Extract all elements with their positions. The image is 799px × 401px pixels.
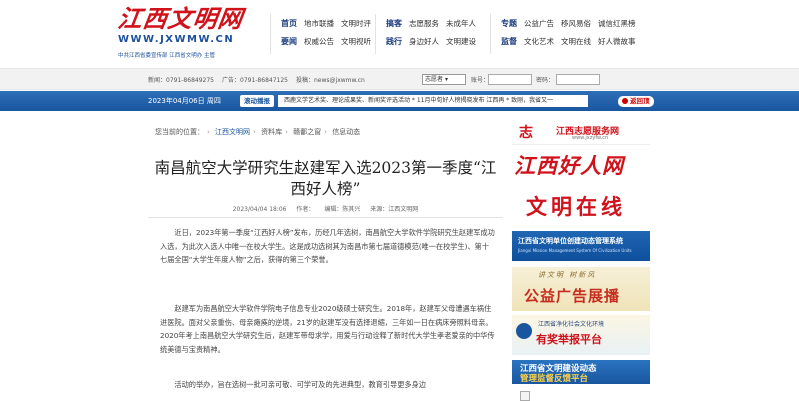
supervision-platform-banner[interactable]: 江西省文明建设动态 管理监督反馈平台 [512, 360, 650, 384]
nav-item[interactable]: 文化艺术 [524, 36, 554, 47]
banner-subtitle: 江西省净化社会文化环境 [538, 321, 605, 328]
account-input[interactable] [488, 74, 532, 85]
volunteer-emblem-icon: 志 [519, 125, 533, 141]
nav-row: 践行 身边好人 文明建设 [386, 32, 483, 50]
nav-row: 要闻 权威公告 文明视听 [281, 32, 378, 50]
nav-group-3: 专题 公益广告 移风易俗 诚信红黑榜 监督 文化艺术 文明在线 好人微故事 [490, 14, 643, 54]
banner-subtitle: Jiangxi Mission Management System Of Civ… [518, 248, 632, 253]
article-date: 2023/04/04 18:06 [232, 206, 287, 213]
article-title: 南昌航空大学研究生赵建军入选2023第一季度“江西好人榜” [154, 159, 497, 198]
banner-slogan: 讲文明 树新风 [538, 271, 597, 279]
logo-text: 江西文明网 [116, 4, 246, 33]
divider [148, 217, 503, 218]
banner-url: www.jxzyfw.cn [572, 135, 609, 141]
banner-title: 有奖举报平台 [536, 333, 602, 346]
civilization-unit-system-banner[interactable]: 江西省文明单位创建动态管理系统 Jiangxi Mission Manageme… [512, 231, 650, 261]
article: 南昌航空大学研究生赵建军入选2023第一季度“江西好人榜” 2023/04/04… [148, 140, 503, 401]
chevron-down-icon: ▾ [444, 76, 448, 83]
logo-url: WWW.JXWMW.CN [118, 34, 235, 45]
password-input[interactable] [556, 74, 600, 85]
banner-title: 江西好人网 [514, 153, 624, 178]
nav-item[interactable]: 诚信红黑榜 [598, 18, 636, 29]
nav-row: 专题 公益广告 移风易俗 诚信红黑榜 [501, 14, 643, 32]
home-icon [622, 98, 628, 104]
good-people-banner[interactable]: 江西好人网 [512, 148, 650, 178]
nav-key-blog[interactable]: 搞客 [386, 18, 402, 29]
nav-key-home[interactable]: 首页 [281, 18, 297, 29]
logo-subtitle: 中共江西省委宣传部 江西省文明办 主管 [118, 53, 215, 59]
ticker-label: 滚动播报 [240, 95, 274, 107]
breadcrumb-prefix: 您当前的位置： [155, 128, 204, 136]
nav-row: 首页 地市联播 文明时评 [281, 14, 378, 32]
article-editor: 编辑：陈其兴 [324, 206, 361, 213]
password-label: 密码： [536, 77, 555, 84]
banner-title: 公益广告展播 [524, 287, 621, 305]
civilization-online-banner[interactable]: 文明在线 [512, 183, 650, 227]
return-top-label: 返回顶 [630, 97, 650, 105]
article-paragraph: 近日，2023年第一季度“江西好人榜”发布，历经几年选树，南昌航空大学软件学院研… [160, 228, 495, 264]
nav-item[interactable]: 文明在线 [561, 36, 591, 47]
nav-item[interactable]: 文明视听 [341, 36, 371, 47]
volunteer-service-banner[interactable]: 志 江西志愿服务网 www.jxzyfw.cn [512, 121, 650, 145]
nav-item[interactable]: 文明时评 [341, 18, 371, 29]
sidebar-ads: 志 江西志愿服务网 www.jxzyfw.cn 江西好人网 文明在线 江西省文明… [512, 121, 650, 401]
article-author: 作者： [296, 206, 315, 213]
nav-item[interactable]: 地市联播 [304, 18, 334, 29]
breadcrumb-item[interactable]: 信息动态 [332, 128, 360, 136]
emblem-icon [516, 323, 532, 339]
nav-item[interactable]: 移风易俗 [561, 18, 591, 29]
role-select[interactable]: 志愿者 ▾ [422, 74, 466, 85]
image-banner[interactable] [512, 387, 650, 401]
banner-subtitle: 管理监督反馈平台 [520, 374, 589, 384]
breadcrumb-item[interactable]: 资料库 [261, 128, 282, 136]
report-platform-banner[interactable]: 江西省净化社会文化环境 有奖举报平台 [512, 315, 650, 355]
nav-item[interactable]: 志愿服务 [409, 18, 439, 29]
contact-bar: 新闻：0791-86849275 广告：0791-86847125 投稿：new… [0, 68, 799, 90]
nav-item[interactable]: 权威公告 [304, 36, 334, 47]
article-paragraph: 活动的举办，旨在选树一批可亲可敬、可学可及的先进典型，教育引导更多身边 [174, 380, 426, 389]
nav-key-news[interactable]: 要闻 [281, 36, 297, 47]
submit-email[interactable]: 投稿：news@jxwmw.cn [296, 75, 365, 84]
public-service-ad-banner[interactable]: 讲文明 树新风 公益广告展播 [512, 267, 650, 311]
news-ticker[interactable]: 西鹿文学艺术奖、理论成果奖、新闻奖评选活动 * 11月中旬好人榜揭晓发布 江西再… [278, 95, 588, 107]
nav-item[interactable]: 身边好人 [409, 36, 439, 47]
nav-item[interactable]: 公益广告 [524, 18, 554, 29]
nav-row: 监督 文化艺术 文明在线 好人微故事 [501, 32, 643, 50]
nav-group-1: 首页 地市联播 文明时评 要闻 权威公告 文明视听 [270, 14, 378, 54]
current-date: 2023年04月06日 周四 [148, 97, 221, 105]
nav-key-practice[interactable]: 践行 [386, 36, 402, 47]
nav-key-topic[interactable]: 专题 [501, 18, 517, 29]
nav-group-2: 搞客 志愿服务 未成年人 践行 身边好人 文明建设 [375, 14, 483, 54]
breadcrumb-item[interactable]: 江西文明网 [215, 128, 250, 136]
nav-row: 搞客 志愿服务 未成年人 [386, 14, 483, 32]
breadcrumb: 您当前的位置： › 江西文明网 › 资料库 › 赣鄱之窗 › 信息动态 [155, 128, 361, 136]
breadcrumb-item[interactable]: 赣鄱之窗 [293, 128, 321, 136]
banner-title: 文明在线 [526, 195, 626, 219]
date-ticker-bar: 2023年04月06日 周四 滚动播报 西鹿文学艺术奖、理论成果奖、新闻奖评选活… [0, 91, 799, 111]
site-header: 江西文明网 WWW.JXWMW.CN 中共江西省委宣传部 江西省文明办 主管 首… [0, 0, 799, 68]
nav-item[interactable]: 文明建设 [446, 36, 476, 47]
article-meta: 2023/04/04 18:06 作者： 编辑：陈其兴 来源：江西文明网 [148, 204, 503, 213]
banner-title: 江西省文明单位创建动态管理系统 [518, 237, 623, 245]
return-top-button[interactable]: 返回顶 [618, 96, 654, 107]
nav-item[interactable]: 好人微故事 [598, 36, 636, 47]
article-source: 来源：江西文明网 [370, 206, 419, 213]
news-phone: 新闻：0791-86849275 [148, 77, 214, 84]
role-select-value: 志愿者 [425, 76, 444, 83]
broken-image-icon [520, 391, 530, 401]
account-label: 账号： [471, 77, 490, 84]
ad-phone: 广告：0791-86847125 [222, 77, 288, 84]
nav-key-supervise[interactable]: 监督 [501, 36, 517, 47]
article-paragraph: 赵建军为南昌航空大学软件学院电子信息专业2020级硕士研究生。2018年，赵建军… [160, 304, 495, 354]
nav-item[interactable]: 未成年人 [446, 18, 476, 29]
site-logo[interactable]: 江西文明网 WWW.JXWMW.CN 中共江西省委宣传部 江西省文明办 主管 [116, 4, 268, 64]
